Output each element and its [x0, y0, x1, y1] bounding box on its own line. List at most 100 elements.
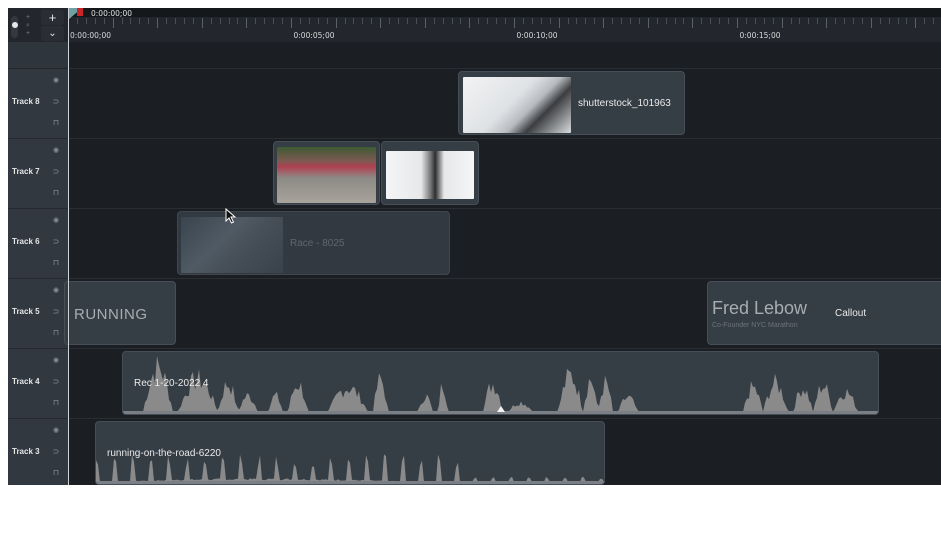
ruler-tick: [282, 18, 284, 24]
ruler-tick: [201, 18, 203, 28]
link-icon[interactable]: ⊃: [51, 377, 61, 387]
track-row-8[interactable]: shutterstock_101963: [68, 69, 941, 139]
lock-icon[interactable]: ⊓: [51, 328, 61, 338]
ruler-tick: [665, 18, 667, 24]
collapse-tracks-button[interactable]: ⌄: [41, 26, 64, 41]
ruler-tick: [576, 18, 578, 24]
ruler-tick: [121, 18, 123, 24]
ruler-tick: [897, 18, 899, 24]
ruler-tick: [317, 18, 319, 24]
link-icon[interactable]: ⊃: [51, 237, 61, 247]
waveform-baseline: [96, 481, 604, 484]
ruler-tick: [228, 18, 230, 24]
track-name: Track 6: [12, 237, 40, 246]
playhead-time: 0:00:00;00: [91, 9, 132, 18]
add-track-button[interactable]: +: [41, 10, 64, 25]
clip-runners-feet[interactable]: [273, 141, 380, 205]
ruler-tick: [112, 18, 114, 28]
clip-thumbnail: [386, 151, 474, 199]
ruler-tick: [424, 18, 426, 28]
clip-callout[interactable]: Fred Lebow Co-Founder NYC Marathon Callo…: [707, 281, 941, 345]
ruler-tick: [585, 18, 587, 24]
ruler-tick: [674, 18, 676, 24]
ruler-tick: [594, 18, 596, 24]
eye-icon[interactable]: ◉: [51, 216, 61, 226]
eye-icon[interactable]: ◉: [51, 426, 61, 436]
track-row-4[interactable]: Rec 1-20-2022 4: [68, 349, 941, 419]
clip-rec-audio[interactable]: Rec 1-20-2022 4: [122, 351, 879, 415]
ruler-tick: [433, 18, 435, 24]
link-icon[interactable]: ⊃: [51, 97, 61, 107]
clip-label: shutterstock_101963: [578, 98, 671, 109]
ruler-tick: [844, 18, 846, 24]
track-header[interactable]: Track 6 ◉ ⊃ ⊓: [8, 209, 68, 279]
ruler-tick: [870, 18, 872, 28]
ruler-tick: [549, 18, 551, 24]
track-name: Track 8: [12, 97, 40, 106]
ruler-tick: [389, 18, 391, 24]
ruler-tick: [781, 18, 783, 28]
clip-race[interactable]: Race - 8025: [177, 211, 450, 275]
ruler-tick: [612, 18, 614, 24]
ruler-tick: [852, 18, 854, 24]
zoom-slider-knob[interactable]: [12, 22, 18, 28]
ruler-tick: [737, 18, 738, 28]
track-row-7[interactable]: [68, 139, 941, 209]
eye-icon[interactable]: ◉: [51, 76, 61, 86]
clip-running-title[interactable]: RUNNING: [64, 281, 176, 345]
link-icon[interactable]: ⊃: [51, 167, 61, 177]
ruler-tick: [799, 18, 801, 24]
ruler-tick: [460, 18, 462, 24]
track-row-3[interactable]: running-on-the-road-6220: [68, 419, 941, 485]
track-header[interactable]: Track 4 ◉ ⊃ ⊓: [8, 349, 68, 419]
time-ruler[interactable]: 0:00:00;00 0:00:05;00 0:00:10;00 0:00:15…: [68, 8, 941, 42]
track-header[interactable]: Track 7 ◉ ⊃ ⊓: [8, 139, 68, 209]
ruler-tick: [558, 18, 560, 28]
track-row-6[interactable]: Race - 8025: [68, 209, 941, 279]
ruler-tick: [638, 18, 640, 24]
ruler-tick: [754, 18, 756, 24]
ruler-tick: [219, 18, 221, 24]
eye-icon[interactable]: ◉: [51, 146, 61, 156]
ruler-tick: [567, 18, 569, 24]
link-icon[interactable]: ⊃: [51, 447, 61, 457]
ruler-tick: [540, 18, 542, 24]
clip-runner[interactable]: [381, 141, 479, 205]
lock-icon[interactable]: ⊓: [51, 468, 61, 478]
ruler-tick: [621, 18, 623, 24]
track-header[interactable]: Track 3 ◉ ⊃ ⊓: [8, 419, 68, 485]
lock-icon[interactable]: ⊓: [51, 258, 61, 268]
eye-icon[interactable]: ◉: [51, 356, 61, 366]
ruler-label: 0:00:00;00: [70, 31, 111, 40]
playhead-line[interactable]: [68, 8, 69, 485]
callout-subtitle: Co-Founder NYC Marathon: [712, 322, 798, 329]
lock-icon[interactable]: ⊓: [51, 398, 61, 408]
callout-title: Fred Lebow: [712, 298, 808, 318]
ruler-tick: [469, 18, 471, 28]
ruler-tick: [148, 18, 150, 24]
link-icon[interactable]: ⊃: [51, 307, 61, 317]
track-row-5[interactable]: RUNNING Fred Lebow Co-Founder NYC Marath…: [64, 279, 941, 349]
ruler-tick: [861, 18, 863, 24]
track-header[interactable]: Track 5 ◉ ⊃ ⊓: [8, 279, 68, 349]
ruler-tick: [139, 18, 141, 24]
lock-icon[interactable]: ⊓: [51, 118, 61, 128]
ruler-tick: [514, 18, 515, 28]
volume-keyframe-handle[interactable]: [497, 406, 505, 412]
clip-label: Race - 8025: [290, 238, 345, 249]
ruler-tick: [683, 18, 685, 24]
ruler-scrub-bar[interactable]: [68, 8, 941, 17]
playhead-out-handle[interactable]: [77, 8, 83, 16]
eye-icon[interactable]: ◉: [51, 286, 61, 296]
ruler-tick: [879, 18, 881, 24]
audio-waveform: [123, 356, 878, 414]
clip-shutterstock[interactable]: shutterstock_101963: [458, 71, 685, 135]
clip-running-road-audio[interactable]: running-on-the-road-6220: [95, 421, 605, 485]
track-header[interactable]: Track 8 ◉ ⊃ ⊓: [8, 69, 68, 139]
ruler-label: 0:00:05;00: [293, 31, 335, 40]
empty-lane: [68, 42, 941, 69]
ruler-tick: [380, 18, 382, 28]
lock-icon[interactable]: ⊓: [51, 188, 61, 198]
ruler-tick: [291, 18, 292, 28]
track-name: Track 7: [12, 167, 40, 176]
